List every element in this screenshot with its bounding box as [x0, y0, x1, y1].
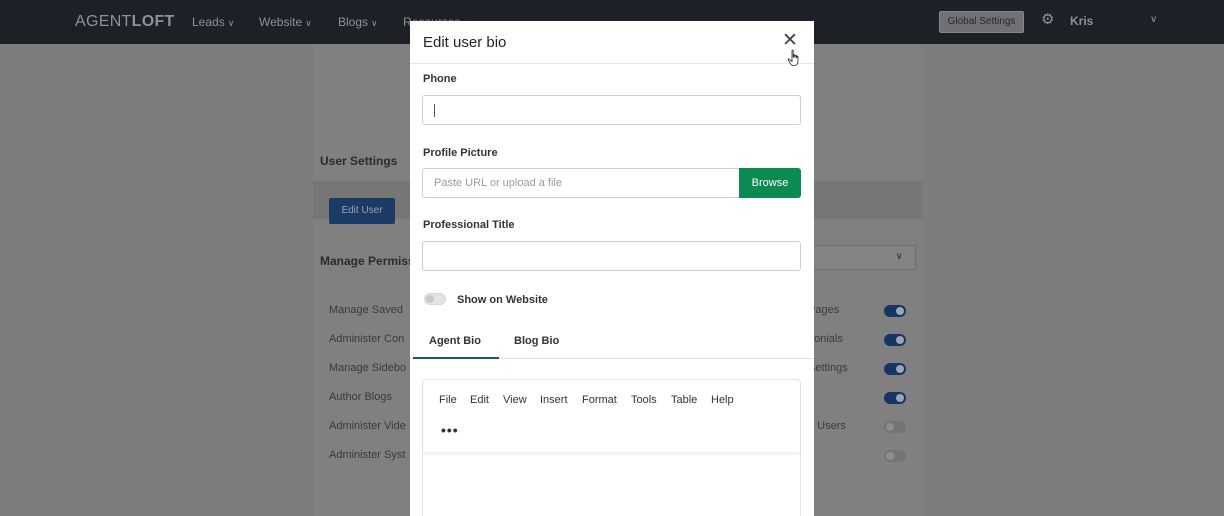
- hand-pointer-icon: [787, 49, 799, 66]
- permission-toggle[interactable]: [884, 450, 906, 462]
- brand-logo[interactable]: AGENTLOFT: [75, 13, 175, 31]
- permission-label: Administer Vide: [329, 420, 406, 432]
- permission-label: Manage Sidebo: [329, 362, 407, 374]
- show-on-website-label: Show on Website: [457, 294, 548, 306]
- global-settings-button[interactable]: Global Settings: [939, 11, 1024, 33]
- permission-label: Manage Saved: [329, 304, 403, 316]
- permission-toggle[interactable]: [884, 305, 906, 317]
- user-settings-title: User Settings: [320, 154, 398, 168]
- professional-title-input[interactable]: [422, 241, 801, 271]
- editor-menu-help[interactable]: Help: [711, 394, 734, 406]
- modal-header: Edit user bio ✕: [410, 21, 814, 66]
- active-tab-indicator: [413, 357, 499, 359]
- bio-tabs: Agent Bio Blog Bio: [410, 326, 814, 359]
- close-icon[interactable]: ✕: [780, 31, 800, 51]
- nav-item-leads[interactable]: Leads ∨: [192, 15, 234, 29]
- editor-menu-file[interactable]: File: [439, 394, 457, 406]
- nav-item-website[interactable]: Website ∨: [259, 15, 312, 29]
- gear-icon[interactable]: ⚙: [1041, 12, 1057, 28]
- modal-title: Edit user bio: [423, 34, 507, 51]
- more-horizontal-icon[interactable]: •••: [441, 422, 459, 438]
- chevron-down-icon: ∨: [227, 18, 235, 28]
- user-menu-name[interactable]: Kris: [1070, 14, 1093, 28]
- permission-toggle[interactable]: [884, 421, 906, 433]
- profile-picture-url-input[interactable]: [422, 168, 739, 198]
- editor-menu-table[interactable]: Table: [671, 394, 697, 406]
- profile-picture-label: Profile Picture: [423, 147, 498, 159]
- permission-toggle[interactable]: [884, 392, 906, 404]
- chevron-down-icon: ∨: [895, 251, 903, 262]
- permission-label: Administer Syst: [329, 449, 406, 461]
- tab-blog-bio[interactable]: Blog Bio: [514, 335, 559, 347]
- editor-menu-format[interactable]: Format: [582, 394, 617, 406]
- permission-toggle[interactable]: [884, 363, 906, 375]
- permission-toggle[interactable]: [884, 334, 906, 346]
- permission-label: Author Blogs: [329, 391, 392, 403]
- permission-label: Administer Con: [329, 333, 405, 345]
- show-on-website-toggle[interactable]: [424, 293, 446, 305]
- phone-input[interactable]: [422, 95, 801, 125]
- editor-menu-tools[interactable]: Tools: [631, 394, 657, 406]
- tab-agent-bio[interactable]: Agent Bio: [429, 335, 481, 347]
- editor-menu-edit[interactable]: Edit: [470, 394, 489, 406]
- editor-menu-insert[interactable]: Insert: [540, 394, 568, 406]
- edit-user-bio-modal: Edit user bio ✕ Phone Profile Picture Br…: [410, 21, 814, 516]
- edit-user-button[interactable]: Edit User: [329, 198, 395, 224]
- professional-title-label: Professional Title: [423, 219, 515, 231]
- phone-label: Phone: [423, 73, 457, 85]
- rich-text-editor[interactable]: File Edit View Insert Format Tools Table…: [422, 379, 801, 516]
- chevron-down-icon[interactable]: ∨: [1150, 14, 1157, 25]
- text-caret: [434, 104, 435, 117]
- editor-menu-view[interactable]: View: [503, 394, 527, 406]
- nav-item-blogs[interactable]: Blogs ∨: [338, 15, 378, 29]
- editor-menubar: File Edit View Insert Format Tools Table…: [423, 380, 800, 452]
- chevron-down-icon: ∨: [305, 18, 312, 28]
- permissions-select[interactable]: ∨: [800, 245, 916, 270]
- browse-button[interactable]: Browse: [739, 168, 801, 198]
- chevron-down-icon: ∨: [371, 18, 378, 28]
